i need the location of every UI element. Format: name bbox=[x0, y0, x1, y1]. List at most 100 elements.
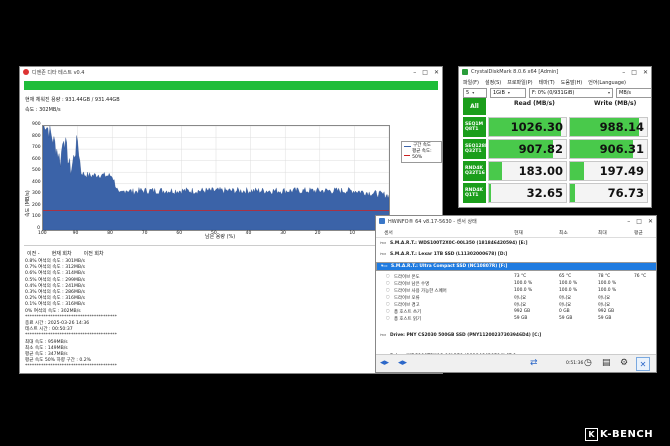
sensor-name: 총 호스트 쓰기 bbox=[394, 309, 422, 315]
surface-test-titlebar[interactable]: 디엔존 디타 테스트 v0.4 – □ ✕ bbox=[20, 67, 442, 77]
tab-previous-run[interactable]: 이전 회차 bbox=[82, 250, 106, 257]
minimize-icon[interactable]: – bbox=[622, 69, 625, 76]
minimize-icon[interactable]: – bbox=[413, 69, 416, 76]
sensor-name: 드라이브 사용 가능한 스페어 bbox=[394, 288, 447, 294]
sensor-value-cur: 100.0 % bbox=[514, 288, 533, 293]
sensor-value-max: 59 GB bbox=[598, 316, 612, 321]
size-select[interactable]: 1GiB ▾ bbox=[490, 88, 526, 98]
sensor-icon: ◌ bbox=[386, 295, 390, 300]
write-result-cell: 76.73 bbox=[569, 183, 648, 203]
read-result-bar bbox=[489, 184, 492, 202]
sensor-icon: ◌ bbox=[386, 281, 390, 286]
all-button[interactable]: All bbox=[463, 98, 486, 115]
test-button[interactable]: RND4K Q1T1 bbox=[463, 183, 486, 203]
y-tick-label: 800 bbox=[32, 133, 41, 139]
sensor-row[interactable]: ◌ 총 호스트 쓰기 992 GB 0 GB 992 GB bbox=[376, 308, 656, 315]
test-button[interactable]: SEQ1M Q8T1 bbox=[463, 117, 486, 137]
speed-text: 속도 : 302MB/s bbox=[25, 107, 61, 113]
sensor-icon: ◌ bbox=[386, 302, 390, 307]
tab-current[interactable]: 현재 회차 bbox=[50, 250, 74, 257]
col-min[interactable]: 최소 bbox=[559, 229, 568, 236]
sensor-row[interactable]: ◌ 드라이브 남은 수명 100.0 % 100.0 % 100.0 % bbox=[376, 280, 656, 287]
test-button[interactable]: RND4K Q32T16 bbox=[463, 161, 486, 181]
window-title: 디엔존 디타 테스트 v0.4 bbox=[32, 69, 85, 76]
kbench-logo: K K-BENCH bbox=[585, 428, 653, 441]
sensor-value-cur: 100.0 % bbox=[514, 281, 533, 286]
read-result-value: 32.65 bbox=[526, 186, 563, 200]
sensor-value-max: 아니요 bbox=[598, 295, 611, 301]
settings-icon[interactable]: ⚙ bbox=[620, 358, 628, 368]
sensor-row[interactable]: ◌ 드라이브 사용 가능한 스페어 100.0 % 100.0 % 100.0 % bbox=[376, 287, 656, 294]
unit-select[interactable]: MB/s▾ bbox=[616, 88, 651, 98]
read-result-cell: 32.65 bbox=[488, 183, 567, 203]
hwinfo-titlebar[interactable]: HWiNFO® 64 v8.17-5630 - 센서 상태 – □ ✕ bbox=[376, 216, 656, 226]
hwinfo-toolbar: ◂▸ ◂▸ ⇄ 0:51:36 ◷ ▤ ⚙ ✕ bbox=[376, 354, 656, 372]
sensor-name: 드라이브 온도 bbox=[394, 274, 420, 280]
sensor-value-max: 100.0 % bbox=[598, 281, 617, 286]
write-result-cell: 988.14 bbox=[569, 117, 648, 137]
tab-prev[interactable]: 이전 - bbox=[25, 250, 42, 257]
close-sensors-button[interactable]: ✕ bbox=[636, 357, 650, 371]
col-max[interactable]: 최대 bbox=[598, 229, 607, 236]
report-icon[interactable]: ▤ bbox=[602, 358, 611, 368]
x-tick-label: 20 bbox=[314, 231, 321, 236]
drive-select[interactable]: F: 0% (0/931GiB) ▾ bbox=[529, 88, 613, 98]
menu-settings[interactable]: 설정(S) bbox=[485, 79, 501, 86]
read-result-cell: 183.00 bbox=[488, 161, 567, 181]
menu-language[interactable]: 언어(Language) bbox=[588, 79, 626, 86]
chevron-down-icon: ▾ bbox=[607, 90, 610, 95]
sensor-name: Drive: PNY CS2030 500GB SSD (PNY11200237… bbox=[390, 333, 542, 338]
timer-icon[interactable]: ◷ bbox=[584, 358, 592, 368]
sensor-row[interactable]: ◌ 드라이브 경고 아니요 아니요 아니요 bbox=[376, 301, 656, 308]
drive-icon: ▾▭ bbox=[381, 263, 388, 269]
maximize-icon[interactable]: □ bbox=[636, 218, 642, 225]
count-select[interactable]: 5 ▾ bbox=[463, 88, 487, 98]
arrow-left-icon[interactable]: ◂▸ bbox=[380, 358, 389, 368]
hwinfo-app-icon bbox=[379, 218, 385, 224]
minimize-icon[interactable]: – bbox=[627, 218, 630, 225]
read-result-value: 183.00 bbox=[518, 164, 563, 178]
network-icon[interactable]: ⇄ bbox=[530, 358, 538, 368]
menu-help[interactable]: 도움말(H) bbox=[561, 79, 582, 86]
test-button[interactable]: SEQ128K Q32T1 bbox=[463, 139, 489, 159]
read-result-cell: 1026.30 bbox=[488, 117, 567, 137]
chevron-down-icon: ▾ bbox=[507, 90, 510, 95]
x-tick-label: 40 bbox=[245, 231, 252, 236]
cdm-titlebar[interactable]: CrystalDiskMark 8.0.6 x64 [Admin] – □ ✕ bbox=[459, 67, 651, 77]
cdm-app-icon bbox=[462, 69, 468, 75]
cdm-controls: 5▾ 1GiB▾ F: 0% (0/931GiB)▾ MB/s▾ bbox=[463, 88, 651, 98]
menu-profile[interactable]: 프로파일(P) bbox=[507, 79, 532, 86]
sensor-name: 드라이브 남은 수명 bbox=[394, 281, 430, 287]
capacity-text: 현재 체워진 용량 : 931.44GB / 931.44GB bbox=[25, 97, 120, 103]
sensor-value-max: 100.0 % bbox=[598, 288, 617, 293]
sensor-row[interactable]: ◌ 드라이브 오류 아니요 아니요 아니요 bbox=[376, 294, 656, 301]
arrow-right-icon[interactable]: ◂▸ bbox=[398, 358, 407, 368]
log-line: **************************************** bbox=[25, 333, 117, 339]
close-icon[interactable]: ✕ bbox=[434, 69, 439, 76]
menu-theme[interactable]: 테마(T) bbox=[539, 79, 555, 86]
close-icon[interactable]: ✕ bbox=[648, 218, 653, 225]
sensor-row[interactable]: ◌ 총 호스트 읽기 59 GB 59 GB 59 GB bbox=[376, 315, 656, 322]
x-tick-label: 50 bbox=[211, 231, 217, 236]
close-icon[interactable]: ✕ bbox=[643, 69, 648, 76]
x-tick-label: 90 bbox=[72, 231, 79, 236]
maximize-icon[interactable]: □ bbox=[631, 69, 637, 76]
sensor-group-row[interactable]: ›▭ S.M.A.R.T.: WDS100T2X0C-00L350 (181846… bbox=[376, 240, 656, 247]
drive-icon: ›▭ bbox=[380, 333, 386, 338]
y-tick-label: 500 bbox=[32, 168, 41, 174]
col-avg[interactable]: 평균 bbox=[634, 229, 643, 236]
sensor-group-row[interactable]: ›▭ Drive: PNY CS2030 500GB SSD (PNY112002… bbox=[376, 332, 656, 339]
menu-file[interactable]: 파일(F) bbox=[463, 79, 479, 86]
col-sensor[interactable]: 센서 bbox=[384, 229, 393, 236]
write-header: Write (MB/s) bbox=[594, 100, 637, 107]
drive-icon: ›▭ bbox=[380, 241, 386, 246]
y-tick-label: 200 bbox=[32, 202, 41, 208]
x-tick-label: 80 bbox=[107, 231, 113, 236]
maximize-icon[interactable]: □ bbox=[422, 69, 428, 76]
sensor-value-cur: 73 °C bbox=[514, 274, 527, 279]
sensor-group-row[interactable]: ▾▭ S.M.A.R.T.: Ultra Compact SSD (NC10807… bbox=[376, 262, 656, 271]
chart-svg bbox=[43, 126, 389, 230]
sensor-row[interactable]: ◌ 드라이브 온도 73 °C 65 °C 78 °C 76 °C bbox=[376, 273, 656, 280]
sensor-group-row[interactable]: ›▭ S.M.A.R.T.: Lexar 1TB SSD (L1130200067… bbox=[376, 251, 656, 258]
col-current[interactable]: 현재 bbox=[514, 229, 523, 236]
